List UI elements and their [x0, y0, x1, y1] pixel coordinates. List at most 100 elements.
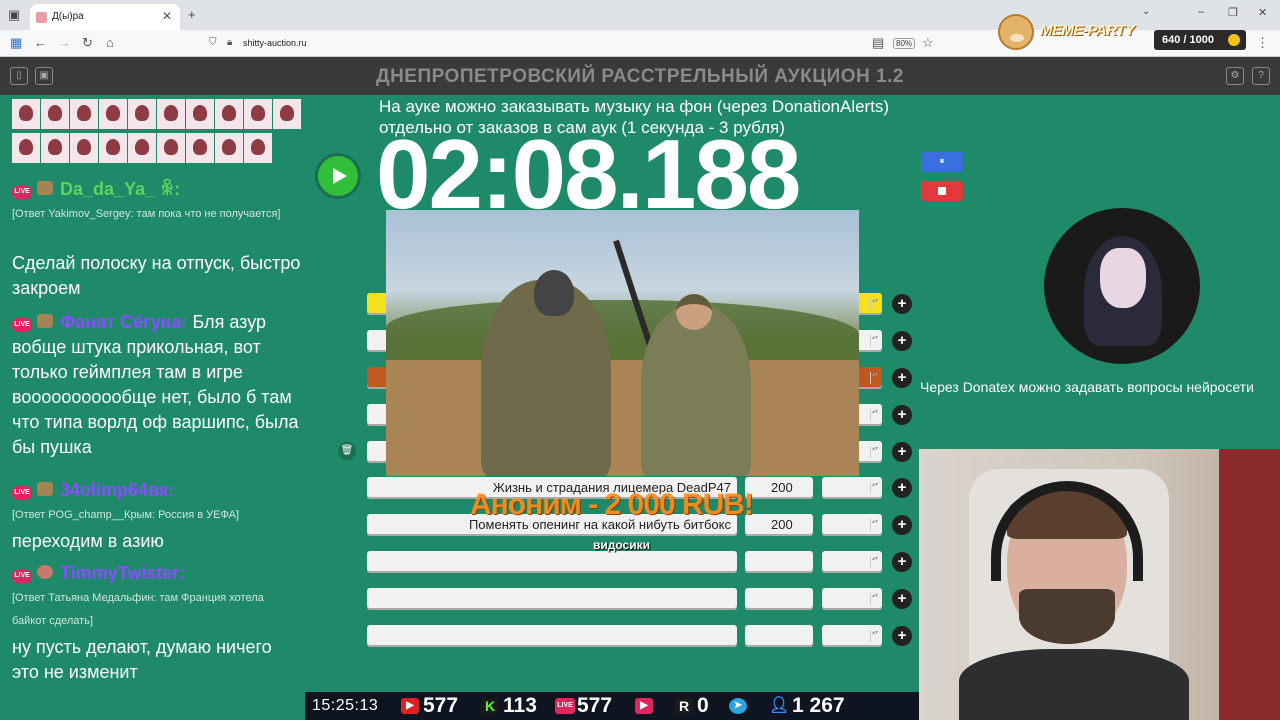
- vk-live-viewers: 577: [577, 694, 613, 717]
- tab-list-icon[interactable]: ▣: [8, 7, 20, 23]
- favicon-icon: [36, 12, 47, 23]
- spinner-icon[interactable]: ▴▾: [870, 630, 878, 642]
- spinner-icon[interactable]: ▴▾: [870, 298, 878, 310]
- add-to-lot-button[interactable]: +: [892, 626, 912, 646]
- kick-viewers: 113: [503, 694, 537, 717]
- lot-amount-input[interactable]: 200: [745, 477, 813, 499]
- emote-icon: [41, 133, 69, 163]
- lot-add-amount-input[interactable]: ▴▾: [822, 625, 882, 647]
- emote-icon: [244, 99, 272, 129]
- lot-add-amount-input[interactable]: ▴▾: [822, 514, 882, 536]
- new-tab-icon[interactable]: +: [188, 7, 196, 22]
- vtuber-avatar: [1044, 208, 1200, 364]
- chat-username[interactable]: 34olimp64вк:: [60, 480, 174, 500]
- lot-name-input[interactable]: [367, 625, 737, 647]
- add-to-lot-button[interactable]: +: [892, 405, 912, 425]
- reader-icon[interactable]: ▤: [872, 35, 884, 51]
- lot-amount-input[interactable]: [745, 551, 813, 573]
- add-to-lot-button[interactable]: +: [892, 552, 912, 572]
- reload-icon[interactable]: ↻: [82, 35, 93, 51]
- emote-icon: [12, 99, 40, 129]
- meme-party-count-text: 640 / 1000: [1162, 34, 1214, 46]
- webcam-flag: [1219, 449, 1280, 720]
- pause-icon: ⏸: [939, 156, 945, 167]
- ai-question-note: Через Donatex можно задавать вопросы ней…: [920, 379, 1254, 395]
- spinner-icon[interactable]: ▴▾: [870, 482, 878, 494]
- forward-icon[interactable]: →: [58, 35, 71, 50]
- collections-icon[interactable]: ▦: [10, 35, 22, 51]
- emote-icon: [186, 99, 214, 129]
- spinner-icon[interactable]: ▴▾: [870, 409, 878, 421]
- vk-live-icon: LIVE: [555, 698, 575, 714]
- chat-username[interactable]: TimmyTwister:: [60, 563, 185, 583]
- emote-icon: [215, 133, 243, 163]
- menu-icon[interactable]: ⋮: [1256, 35, 1269, 51]
- bookmark-star-icon[interactable]: ☆: [922, 35, 934, 51]
- help-icon[interactable]: ?: [1252, 67, 1270, 85]
- spinner-icon[interactable]: ▴▾: [870, 335, 878, 347]
- emote-icon: [41, 99, 69, 129]
- add-to-lot-button[interactable]: +: [892, 478, 912, 498]
- video-person-right-head: [676, 294, 712, 330]
- settings-icon[interactable]: ⚙: [1226, 67, 1244, 85]
- user-badge-icon: [37, 314, 54, 328]
- lot-row: ▴▾ +: [367, 588, 917, 610]
- pause-button[interactable]: ⏸: [921, 152, 963, 172]
- back-icon[interactable]: ←: [34, 35, 47, 50]
- trash-icon[interactable]: 🗑︎: [338, 442, 356, 460]
- spinner-icon[interactable]: ▴▾: [870, 593, 878, 605]
- lot-add-amount-input[interactable]: ▴▾: [822, 551, 882, 573]
- lot-name-input[interactable]: [367, 588, 737, 610]
- lot-amount-input[interactable]: 200: [745, 514, 813, 536]
- address-bar[interactable]: ⛉ 🔒︎ shitty-auction.ru: [205, 34, 940, 53]
- close-window-icon[interactable]: ✕: [1258, 6, 1267, 19]
- emote-icon: [215, 99, 243, 129]
- webcam-shirt: [959, 649, 1189, 720]
- emote-icon: [99, 133, 127, 163]
- emote-icon: [157, 99, 185, 129]
- lot-amount-input[interactable]: [745, 625, 813, 647]
- live-badge-icon: LIVE: [12, 185, 32, 199]
- kick-icon: K: [481, 698, 499, 714]
- emote-icon: [244, 133, 272, 163]
- add-to-lot-button[interactable]: +: [892, 442, 912, 462]
- add-to-lot-button[interactable]: +: [892, 589, 912, 609]
- chat-message: ну пусть делают, думаю ничего это не изм…: [12, 637, 272, 682]
- emote-spam: [12, 97, 302, 165]
- url-text: shitty-auction.ru: [243, 38, 307, 48]
- viewers-icon: 👤︎: [769, 697, 790, 714]
- add-to-lot-button[interactable]: +: [892, 368, 912, 388]
- add-to-lot-button[interactable]: +: [892, 515, 912, 535]
- browser-tab[interactable]: Д(ы)ра ✕: [30, 4, 180, 30]
- chat-username[interactable]: Da_da_Ya_ ꆜ:: [60, 179, 180, 199]
- spinner-icon[interactable]: ▴▾: [870, 519, 878, 531]
- emote-icon: [128, 99, 156, 129]
- lot-name-input[interactable]: [367, 551, 737, 573]
- lot-add-amount-input[interactable]: ▴▾: [822, 477, 882, 499]
- zoom-level[interactable]: 80%: [893, 38, 916, 49]
- webcam-beard: [1019, 589, 1115, 644]
- spinner-icon[interactable]: ▴▾: [870, 446, 878, 458]
- chat-username-row: LIVE 34olimp64вк:: [12, 478, 302, 503]
- meme-party-title: MEME-PARTY: [1040, 22, 1135, 39]
- stop-button[interactable]: [921, 181, 963, 201]
- tab-title: Д(ы)ра: [52, 11, 84, 22]
- add-to-lot-button[interactable]: +: [892, 331, 912, 351]
- lot-amount-input[interactable]: [745, 588, 813, 610]
- spinner-icon[interactable]: ▴▾: [870, 556, 878, 568]
- add-to-lot-button[interactable]: +: [892, 294, 912, 314]
- emote-icon: [128, 133, 156, 163]
- youtube-viewers: 577: [423, 694, 459, 717]
- chat-username-row: LIVE TimmyTwister:: [12, 561, 302, 586]
- vk-video-icon: ▶: [635, 698, 653, 714]
- clock: 15:25:13: [312, 697, 379, 714]
- chat-username[interactable]: Фанат Сёгуна:: [60, 312, 187, 332]
- emote-icon: [273, 99, 301, 129]
- spinner-icon[interactable]: ▴▾: [870, 372, 878, 384]
- close-tab-icon[interactable]: ✕: [162, 9, 172, 23]
- play-button[interactable]: [318, 156, 358, 196]
- home-icon[interactable]: ⌂: [106, 35, 114, 50]
- video-ground: [386, 360, 859, 476]
- lot-add-amount-input[interactable]: ▴▾: [822, 588, 882, 610]
- donation-message: видосики: [593, 538, 650, 552]
